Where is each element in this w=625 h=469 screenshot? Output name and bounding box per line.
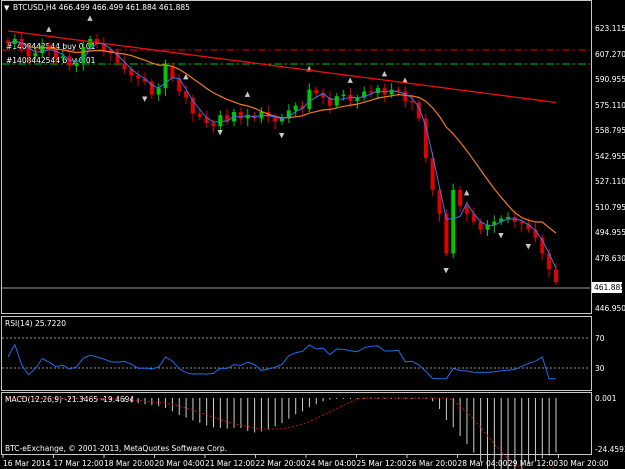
fractal-up-icon: ▲	[46, 25, 52, 33]
trading-chart[interactable]: 623.115 607.270 590.955 575.110 558.795 …	[0, 0, 625, 469]
candle-body	[163, 65, 168, 89]
candle-body	[369, 91, 374, 93]
price-tick: 542.955	[595, 152, 625, 161]
candle-body	[293, 105, 298, 111]
candle-body	[464, 205, 469, 214]
rsi-label: RSI(14) 25.7220	[5, 319, 66, 328]
candle-body	[458, 189, 463, 206]
candle-body	[410, 100, 415, 103]
candle-body	[307, 89, 312, 109]
price-tick: 558.795	[595, 126, 625, 135]
time-label: 21 Mar 12:00	[205, 459, 255, 468]
candle-body	[444, 213, 449, 254]
fractal-down-icon: ▼	[526, 243, 532, 251]
candle-body	[451, 189, 456, 254]
time-label: 16 Mar 2014	[3, 459, 51, 468]
candle-body	[314, 89, 319, 93]
candle-body	[334, 96, 339, 106]
time-label: 30 Mar 20:00	[559, 459, 609, 468]
candle-body	[396, 89, 401, 92]
candle-body	[403, 91, 408, 101]
macd-label: MACD(12,26,9) -21.3465 -19.4694	[5, 395, 134, 404]
fractal-up-icon: ▲	[87, 14, 93, 22]
price-tick: 446.950	[595, 304, 625, 313]
time-label: 29 Mar 12:00	[508, 459, 558, 468]
fractal-down-icon: ▼	[217, 128, 223, 136]
macd-tick-top: 0.001	[595, 394, 617, 403]
rsi-pane-frame	[1, 316, 592, 391]
rsi-tick-30: 30	[595, 364, 605, 373]
price-tick: 510.795	[595, 203, 625, 212]
ma-slow-line	[7, 30, 557, 104]
time-label: 26 Mar 20:00	[407, 459, 457, 468]
copyright-text: BTC-eExchange, © 2001-2013, MetaQuotes S…	[5, 444, 227, 453]
fractal-down-icon: ▼	[443, 267, 449, 275]
rsi-tick-70: 70	[595, 334, 605, 343]
time-label: 17 Mar 12:00	[54, 459, 104, 468]
price-tick: 575.110	[595, 101, 625, 110]
candle-body	[218, 115, 223, 127]
price-tick: 527.110	[595, 177, 625, 186]
fractal-down-icon: ▼	[498, 232, 504, 240]
time-axis: 16 Mar 2014 17 Mar 12:00 18 Mar 20:00 20 Ma…	[2, 455, 609, 468]
candle-body	[74, 62, 79, 66]
candle-body	[170, 65, 175, 79]
candle-body	[136, 75, 141, 79]
price-tick: 590.955	[595, 75, 625, 84]
candle-body	[506, 216, 511, 219]
fractal-up-icon: ▲	[464, 189, 470, 197]
fractal-up-icon: ▲	[306, 65, 312, 73]
fractal-up-icon: ▲	[245, 90, 251, 98]
time-label: 22 Mar 20:00	[256, 459, 306, 468]
candle-body	[211, 123, 216, 127]
candle-body	[67, 56, 72, 66]
fractal-down-icon: ▼	[279, 131, 285, 139]
time-label: 25 Mar 12:00	[357, 459, 407, 468]
current-price-label: 461.885	[594, 283, 625, 292]
candles-layer	[6, 32, 558, 286]
price-axis: 623.115 607.270 590.955 575.110 558.795 …	[595, 24, 625, 313]
candle-body	[60, 56, 65, 58]
time-label: 18 Mar 20:00	[104, 459, 154, 468]
time-label: 24 Mar 04:00	[306, 459, 356, 468]
rsi-line	[7, 343, 556, 380]
macd-tick-bottom: -24.4593	[595, 445, 625, 454]
ma-fast-line	[7, 40, 557, 269]
candle-body	[341, 94, 346, 97]
candle-body	[554, 269, 558, 283]
time-label: 28 Mar 04:00	[458, 459, 508, 468]
fractal-up-icon: ▲	[348, 76, 354, 84]
price-tick: 478.630	[595, 254, 625, 263]
symbol-info: BTCUSD,H4 466.499 466.499 461.884 461.88…	[13, 3, 190, 12]
candle-body	[197, 113, 202, 117]
fractal-down-icon: ▼	[142, 95, 148, 103]
candle-body	[81, 46, 86, 63]
fractal-up-icon: ▲	[382, 69, 388, 77]
candle-body	[33, 53, 38, 57]
collapse-arrow-icon[interactable]: ▼	[4, 4, 10, 12]
price-tick: 607.270	[595, 50, 625, 59]
price-tick: 494.955	[595, 228, 625, 237]
candle-body	[423, 118, 428, 159]
price-tick: 623.115	[595, 24, 625, 33]
candle-body	[88, 38, 93, 47]
candle-body	[156, 88, 161, 95]
time-label: 20 Mar 04:00	[155, 459, 205, 468]
